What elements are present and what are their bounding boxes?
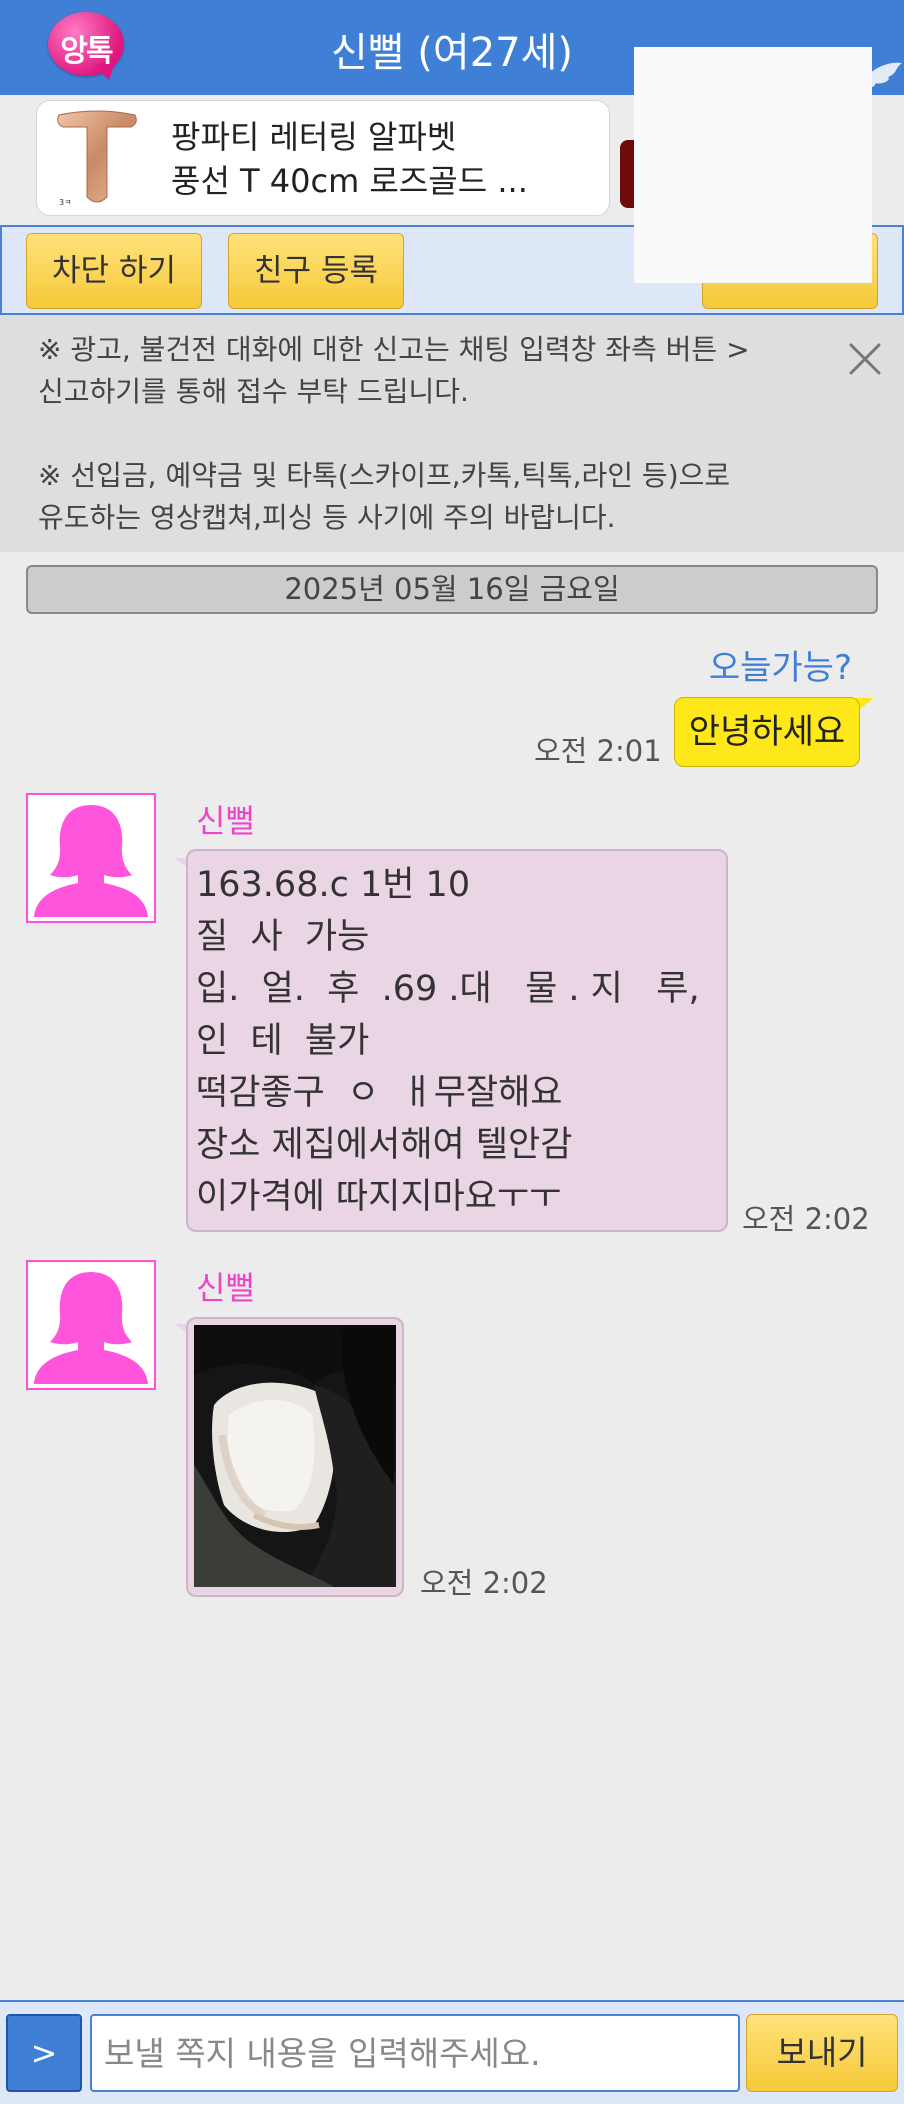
received-message-bubble: 163.68.c 1번 10 질 사 가능 입. 얼. 후 .69 .대 물 .… bbox=[186, 849, 728, 1232]
letter-balloon-image: 3ㅋ bbox=[57, 110, 137, 207]
sent-message-bubble: 안녕하세요 bbox=[674, 697, 860, 767]
message-input[interactable] bbox=[90, 2014, 740, 2092]
ad-badge-text: 3ㅋ bbox=[59, 198, 71, 207]
female-avatar-icon bbox=[34, 1272, 148, 1384]
received-photo-time: 오전 2:02 bbox=[420, 1566, 548, 1600]
warning-notice: ※ 광고, 불건전 대화에 대한 신고는 채팅 입력창 좌측 버튼 > 신고하기… bbox=[0, 315, 904, 552]
received-photo-bubble bbox=[186, 1317, 404, 1597]
report-menu-button[interactable]: > bbox=[6, 2014, 82, 2092]
add-friend-button[interactable]: 친구 등록 bbox=[228, 233, 404, 309]
block-button[interactable]: 차단 하기 bbox=[26, 233, 202, 309]
received-message-text: 163.68.c 1번 10 질 사 가능 입. 얼. 후 .69 .대 물 .… bbox=[196, 865, 700, 1217]
sent-message-time: 오전 2:01 bbox=[534, 734, 662, 768]
sent-message-link[interactable]: 오늘가능? bbox=[709, 640, 852, 689]
received-message-time: 오전 2:02 bbox=[742, 1202, 870, 1236]
date-divider: 2025년 05월 16일 금요일 bbox=[26, 565, 878, 614]
sender-name: 신뻘 bbox=[196, 1269, 255, 1307]
sender-name: 신뻘 bbox=[196, 802, 255, 840]
female-avatar-icon bbox=[34, 805, 148, 917]
photo-image bbox=[194, 1325, 396, 1587]
notice-text: ※ 광고, 불건전 대화에 대한 신고는 채팅 입력창 좌측 버튼 > 신고하기… bbox=[38, 333, 750, 534]
avatar[interactable] bbox=[26, 793, 156, 923]
ad-line-1: 팡파티 레터링 알파벳 bbox=[171, 118, 457, 156]
close-icon[interactable] bbox=[845, 339, 885, 379]
ad-card[interactable]: 3ㅋ 팡파티 레터링 알파벳 풍선 T 40cm 로즈골드 ... bbox=[36, 100, 610, 216]
ad-text: 팡파티 레터링 알파벳 풍선 T 40cm 로즈골드 ... bbox=[171, 115, 528, 203]
ad-line-2: 풍선 T 40cm 로즈골드 ... bbox=[171, 162, 528, 200]
message-input-bar: > 보내기 bbox=[0, 2000, 904, 2104]
overlay-panel bbox=[634, 47, 872, 283]
received-photo[interactable] bbox=[194, 1325, 396, 1587]
send-button[interactable]: 보내기 bbox=[746, 2014, 898, 2092]
avatar[interactable] bbox=[26, 1260, 156, 1390]
